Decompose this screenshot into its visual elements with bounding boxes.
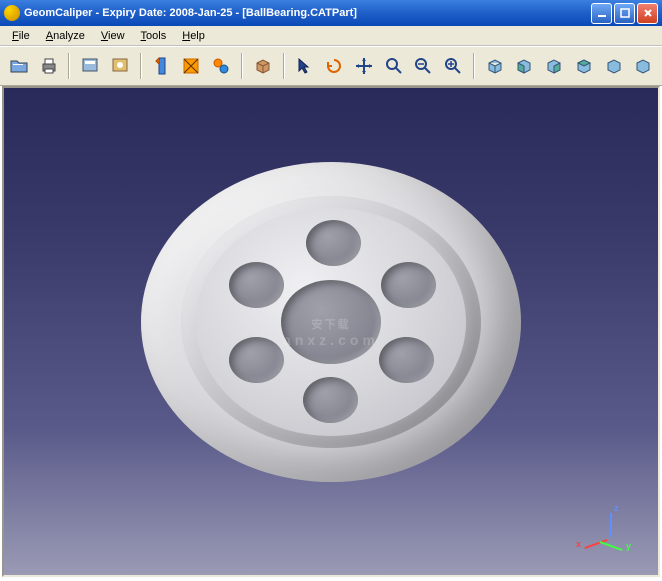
model-bearing[interactable] <box>141 162 521 482</box>
measure-button[interactable] <box>149 53 175 79</box>
print-button[interactable] <box>36 53 62 79</box>
minimize-button[interactable] <box>591 3 612 24</box>
window-title: GeomCaliper - Expiry Date: 2008-Jan-25 -… <box>24 7 591 19</box>
menubar: File Analyze View Tools Help <box>0 26 662 46</box>
workspace: 安下载 anxz.com x y z <box>2 86 660 577</box>
window-controls <box>591 3 658 24</box>
menu-file[interactable]: File <box>4 28 38 44</box>
toolbar-separator <box>283 53 285 79</box>
measure-group-button[interactable] <box>208 53 234 79</box>
open-file-button[interactable] <box>6 53 32 79</box>
right-view-button[interactable] <box>601 53 627 79</box>
maximize-button[interactable] <box>614 3 635 24</box>
front-view-button[interactable] <box>512 53 538 79</box>
axis-x-label: x <box>576 539 581 549</box>
left-view-button[interactable] <box>571 53 597 79</box>
toolbar-separator <box>140 53 142 79</box>
package-button[interactable] <box>250 53 276 79</box>
menu-help[interactable]: Help <box>174 28 213 44</box>
zoom-button[interactable] <box>381 53 407 79</box>
pan-button[interactable] <box>351 53 377 79</box>
top-view-button[interactable] <box>630 53 656 79</box>
toolbar-separator <box>68 53 70 79</box>
titlebar: GeomCaliper - Expiry Date: 2008-Jan-25 -… <box>0 0 662 26</box>
back-view-button[interactable] <box>541 53 567 79</box>
app-icon <box>4 5 20 21</box>
select-arrow-button[interactable] <box>292 53 318 79</box>
settings-button[interactable] <box>107 53 133 79</box>
menu-view[interactable]: View <box>93 28 133 44</box>
compute-button[interactable] <box>77 53 103 79</box>
axis-z-label: z <box>614 503 619 513</box>
toolbar <box>0 46 662 86</box>
menu-analyze[interactable]: Analyze <box>38 28 93 44</box>
axis-gizmo[interactable]: x y z <box>584 501 644 561</box>
3d-viewport[interactable]: 安下载 anxz.com x y z <box>4 88 658 575</box>
toolbar-separator <box>241 53 243 79</box>
axis-y-label: y <box>626 541 631 551</box>
measure-area-button[interactable] <box>179 53 205 79</box>
menu-tools[interactable]: Tools <box>133 28 175 44</box>
rotate-button[interactable] <box>321 53 347 79</box>
zoom-in-button[interactable] <box>440 53 466 79</box>
toolbar-separator <box>473 53 475 79</box>
zoom-out-button[interactable] <box>410 53 436 79</box>
iso-view-button[interactable] <box>482 53 508 79</box>
close-button[interactable] <box>637 3 658 24</box>
